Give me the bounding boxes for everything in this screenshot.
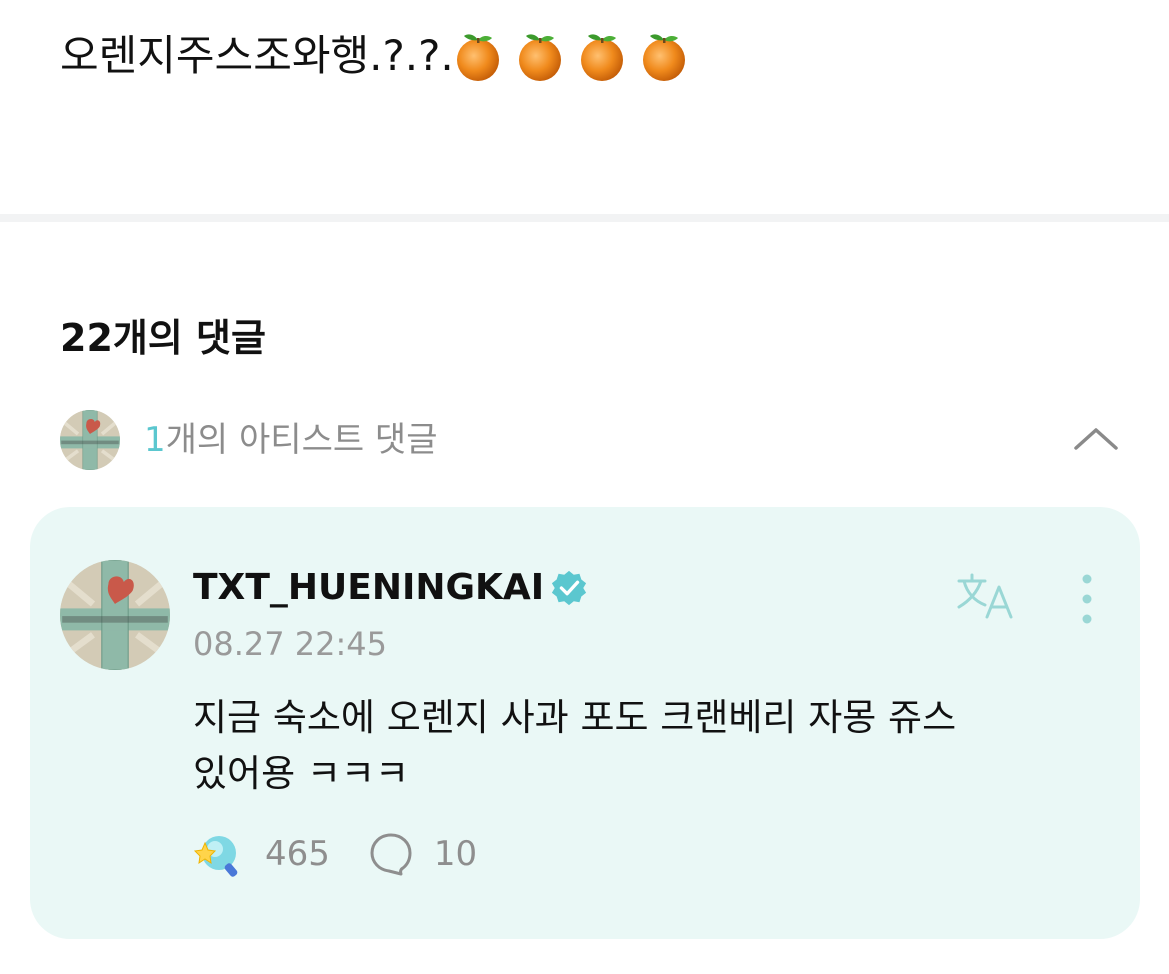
orange-icon [454,30,502,82]
comment-username-row[interactable]: TXT_HUENINGKAI [193,564,588,612]
comment-body-line: 있어용 ㅋㅋㅋ [193,752,410,795]
artist-comments-count: 1 [144,420,166,460]
artist-comments-toggle[interactable]: 1개의 아티스트 댓글 [60,408,1120,472]
chevron-up-icon[interactable] [1072,418,1120,458]
verified-badge-icon [552,570,587,606]
cheer-stick-icon[interactable] [193,829,245,879]
comment-body-line: 지금 숙소에 오렌지 사과 포도 크랜베리 자몽 쥬스 [193,696,957,739]
avatar[interactable] [60,560,170,670]
post-detail-screen: 오렌지주스조와행.?.?. 22개의 댓글 1개의 아티스트 댓글 TXT_HU… [0,0,1169,974]
like-count: 465 [265,834,330,874]
comment-username[interactable]: TXT_HUENINGKAI [193,564,544,612]
translate-icon[interactable] [955,571,1019,623]
comments-count-title: 22개의 댓글 [60,316,266,360]
more-vertical-icon[interactable] [1070,571,1104,627]
comment-timestamp: 08.27 22:45 [193,625,387,663]
section-divider [0,214,1169,222]
artist-avatar [60,410,120,470]
artist-comment-card: TXT_HUENINGKAI 08.27 22:45 지금 숙소에 오렌지 사과… [30,507,1140,939]
comment-bubble-icon[interactable] [368,831,414,877]
artist-comments-label-text: 개의 아티스트 댓글 [165,420,438,460]
post-text-row: 오렌지주스조와행.?.?. [60,28,702,84]
reply-count: 10 [433,834,478,874]
comment-reactions: 465 10 [193,829,477,879]
orange-icon [640,30,688,82]
artist-comments-label: 1개의 아티스트 댓글 [144,416,438,464]
post-body-text: 오렌지주스조와행.?.?. [60,31,454,80]
orange-icon [516,30,564,82]
comment-body: 지금 숙소에 오렌지 사과 포도 크랜베리 자몽 쥬스 있어용 ㅋㅋㅋ [193,690,1093,802]
orange-icon [578,30,626,82]
